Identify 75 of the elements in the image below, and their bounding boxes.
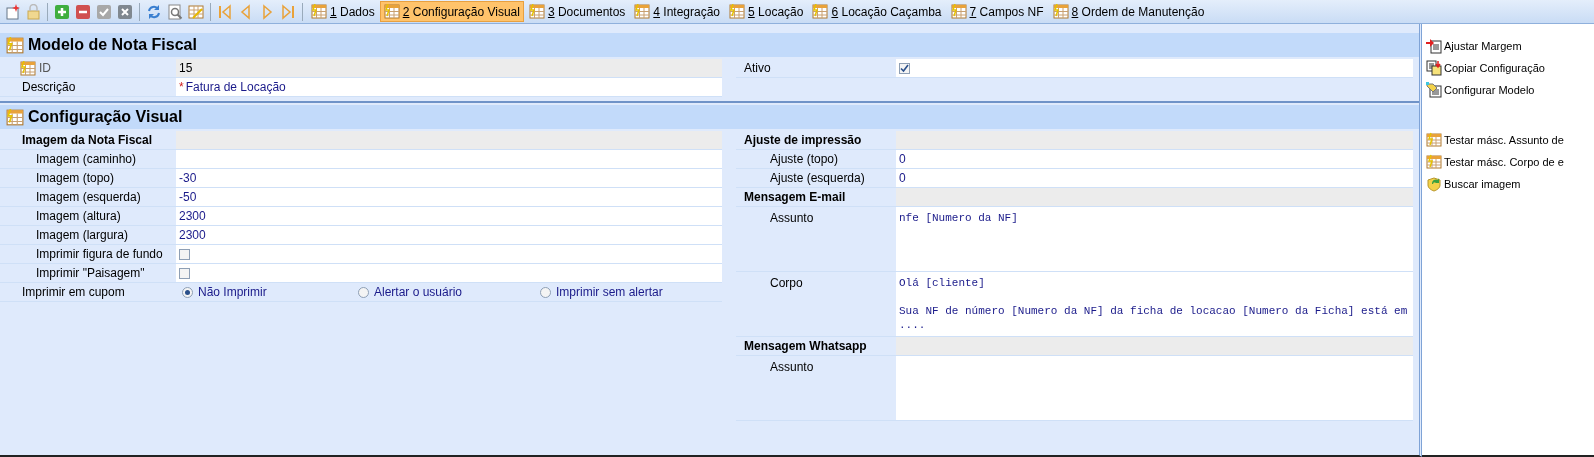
radio-button[interactable]	[358, 286, 369, 298]
shield-arrow-icon	[1426, 176, 1442, 192]
tab[interactable]: 5 Locação	[725, 1, 808, 22]
group-label: Mensagem E-mail	[744, 190, 846, 204]
input-field[interactable]: 0	[896, 150, 1413, 168]
radio-option[interactable]: Imprimir sem alertar	[537, 285, 663, 299]
action-link[interactable]: Buscar imagem	[1426, 174, 1521, 194]
action-link[interactable]: Copiar Configuração	[1426, 58, 1545, 78]
table-icon	[950, 4, 967, 19]
document-pencil-icon	[1426, 82, 1442, 98]
field-label: Ativo	[744, 61, 771, 75]
table-icon	[311, 4, 327, 19]
field-label: Ajuste (esquerda)	[770, 171, 865, 185]
document-arrow-icon	[1426, 38, 1442, 54]
field-label: Ajuste (topo)	[770, 152, 839, 166]
field-label: Assunto	[770, 360, 814, 374]
section-title: Configuração Visual	[28, 108, 183, 126]
tab[interactable]: 8 Ordem de Manutenção	[1048, 1, 1209, 22]
field-label: Imagem (largura)	[36, 228, 129, 242]
checkbox[interactable]	[179, 267, 190, 279]
checkbox[interactable]	[179, 248, 190, 260]
tab[interactable]: 4 Integração	[630, 1, 725, 22]
field-label: Imprimir em cupom	[22, 285, 125, 299]
copy-documents-icon	[1426, 60, 1442, 76]
tab[interactable]: 1 Dados	[307, 1, 379, 22]
group-label: Imagem da Nota Fiscal	[22, 133, 153, 147]
input-field[interactable]	[176, 150, 722, 168]
key-field-icon	[20, 60, 36, 76]
action-link[interactable]: Ajustar Margem	[1426, 36, 1522, 56]
field-label: Descrição	[22, 80, 76, 94]
table-icon	[383, 4, 400, 19]
table-icon	[1052, 4, 1069, 19]
required-mark: *	[179, 80, 184, 94]
group-label: Ajuste de impressão	[744, 133, 862, 147]
action-link[interactable]: Testar másc. Corpo de e	[1426, 152, 1564, 172]
input-field[interactable]: 2300	[176, 207, 722, 225]
input-field[interactable]: -50	[176, 188, 722, 206]
checkbox[interactable]	[899, 62, 910, 74]
radio-button[interactable]	[540, 286, 551, 298]
field-label: Imagem (caminho)	[36, 152, 137, 166]
preview-button[interactable]	[165, 1, 185, 22]
field-label: ID	[39, 61, 51, 75]
table-icon	[1426, 154, 1442, 170]
table-icon	[812, 4, 829, 19]
table-icon	[6, 36, 24, 54]
table-icon	[634, 4, 651, 19]
input-field[interactable]: -30	[176, 169, 722, 187]
field-label: Imagem (altura)	[36, 209, 121, 223]
tab[interactable]: 2 Configuração Visual	[379, 1, 524, 22]
action-link[interactable]: Configurar Modelo	[1426, 80, 1535, 100]
input-field[interactable]: 2300	[176, 226, 722, 244]
radio-option[interactable]: Alertar o usuário	[355, 285, 463, 299]
table-icon	[729, 4, 746, 19]
input-field[interactable]: * Fatura de Locação	[176, 78, 722, 96]
section-title: Modelo de Nota Fiscal	[28, 36, 197, 54]
field-label: Imprimir figura de fundo	[36, 247, 163, 261]
text-area[interactable]: Olá [cliente] Sua NF de número [Numero da NF] da ficha de locacao [Numero da Ficha] está em ....	[896, 272, 1413, 336]
id-field: 15	[176, 59, 722, 77]
tab[interactable]: 3 Documentos	[524, 1, 630, 22]
field-label: Imprimir "Paisagem"	[36, 266, 145, 280]
field-label: Imagem (topo)	[36, 171, 115, 185]
table-icon	[6, 108, 24, 126]
tab[interactable]: 6 Locação Caçamba	[808, 1, 946, 22]
group-label: Mensagem Whatsapp	[744, 339, 867, 353]
input-field[interactable]: 0	[896, 169, 1413, 187]
tab[interactable]: 7 Campos NF	[946, 1, 1048, 22]
table-icon	[1426, 132, 1442, 148]
field-label: Imagem (esquerda)	[36, 190, 141, 204]
field-label: Corpo	[770, 276, 803, 290]
radio-option[interactable]: Não Imprimir	[179, 285, 267, 299]
action-link[interactable]: Testar másc. Assunto de	[1426, 130, 1564, 150]
radio-button[interactable]	[182, 286, 193, 298]
field-label: Assunto	[770, 211, 814, 225]
table-icon	[528, 4, 545, 19]
text-area[interactable]: nfe [Numero da NF]	[896, 207, 1413, 271]
